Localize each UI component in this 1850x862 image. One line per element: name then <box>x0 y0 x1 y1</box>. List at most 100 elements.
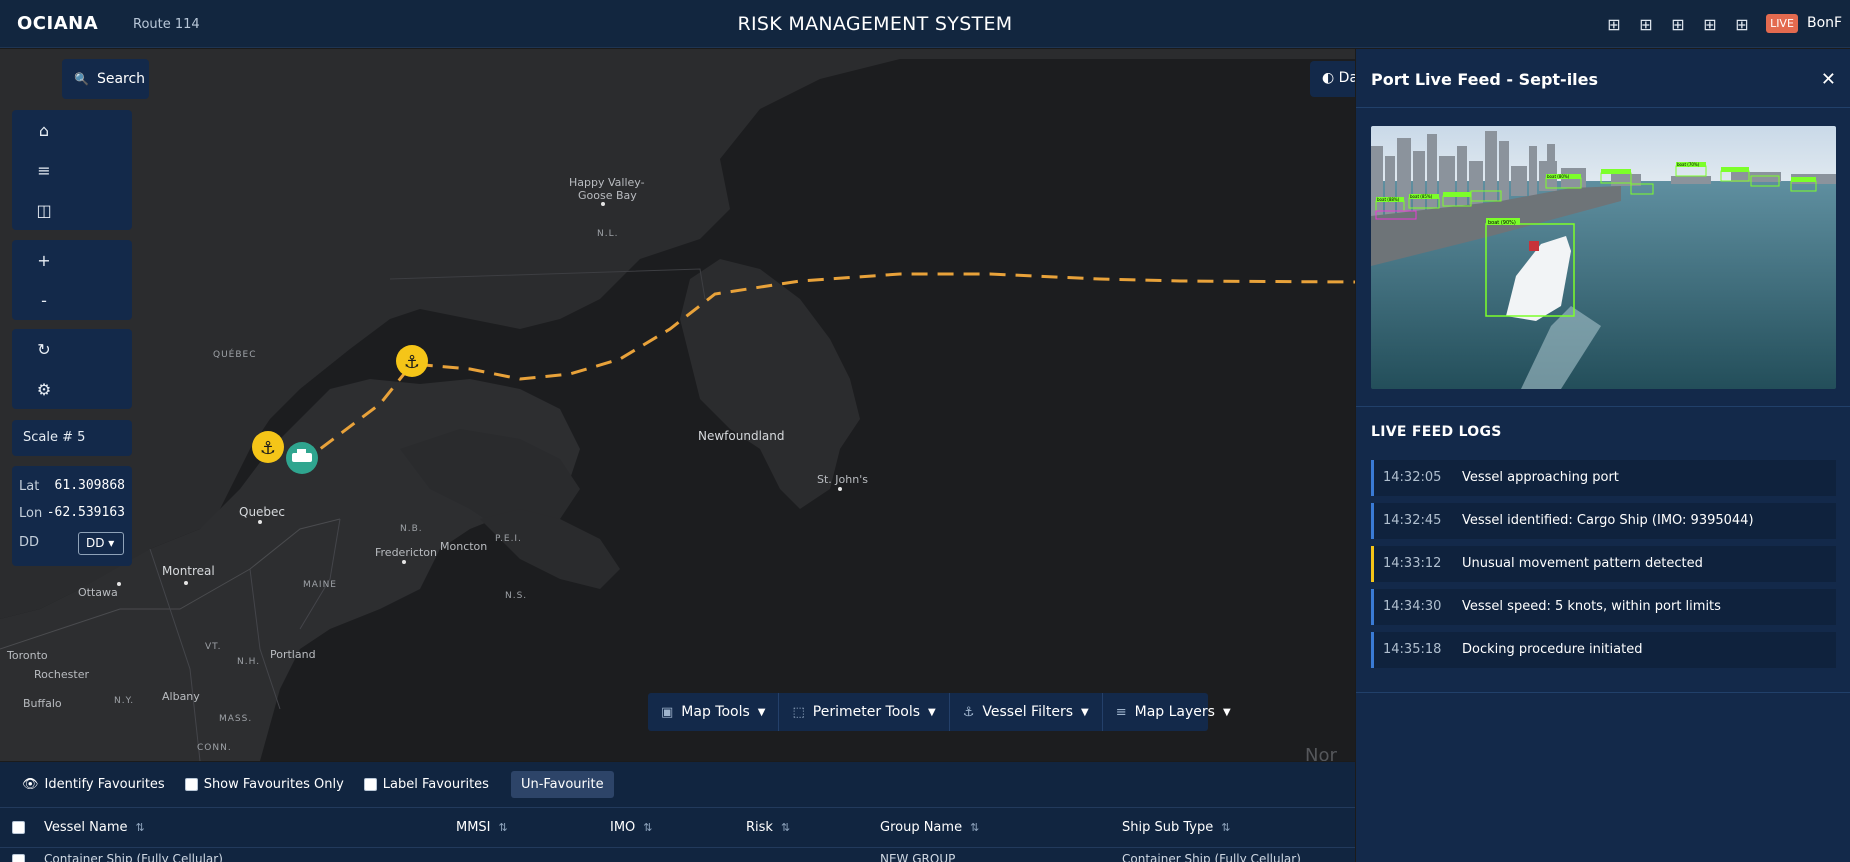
scale-display: Scale # 5 <box>12 420 132 456</box>
map-label: Newfoundland <box>698 429 785 443</box>
select-all-checkbox[interactable] <box>12 821 25 834</box>
cell-ship-sub-type: Container Ship (Fully Cellular) <box>1122 852 1301 862</box>
sort-icon: ⇅ <box>1221 821 1231 834</box>
city-dot <box>258 520 262 524</box>
identify-favourites-toggle[interactable]: 👁 Identify Favourites <box>22 777 165 792</box>
zoom-out-button[interactable]: - <box>24 280 64 320</box>
grid-icon[interactable]: ⊞ <box>1733 15 1751 34</box>
log-message: Docking procedure initiated <box>1462 642 1643 657</box>
show-favourites-only-checkbox[interactable]: Show Favourites Only <box>184 777 344 792</box>
utility-panel: ↻ ⚙ <box>12 329 132 409</box>
grid-icon[interactable]: ⊞ <box>1701 15 1719 34</box>
label-favourites-label: Label Favourites <box>382 777 489 792</box>
port-live-feed-panel: Port Live Feed - Sept-iles ✕ boat (90%) … <box>1356 49 1850 862</box>
eye-icon: 👁 <box>22 777 39 792</box>
vessel-filters-dropdown[interactable]: ⚓ Vessel Filters ▼ <box>950 693 1103 731</box>
log-entry: 14:34:30 Vessel speed: 5 knots, within p… <box>1371 589 1836 625</box>
map-label: N.L. <box>597 229 619 239</box>
lat-label: Lat <box>19 479 40 494</box>
table-row[interactable]: Container Ship (Fully Cellular) NEW GROU… <box>0 847 1355 862</box>
perimeter-tools-dropdown[interactable]: ⬚ Perimeter Tools ▼ <box>779 693 950 731</box>
checkbox[interactable] <box>184 778 198 791</box>
column-header-risk[interactable]: Risk ⇅ <box>746 820 790 835</box>
detection-label: boat (85%) <box>1410 194 1433 199</box>
column-header-imo[interactable]: IMO ⇅ <box>610 820 653 835</box>
log-message: Vessel speed: 5 knots, within port limit… <box>1462 599 1721 614</box>
show-favourites-only-label: Show Favourites Only <box>203 777 344 792</box>
dark-mode-toggle[interactable]: ◐ Da <box>1310 61 1355 97</box>
column-header-ship-sub-type[interactable]: Ship Sub Type ⇅ <box>1122 820 1230 835</box>
contrast-icon: ◐ <box>1322 70 1335 86</box>
unfavourite-button[interactable]: Un-Favourite <box>510 771 614 798</box>
zoom-panel: + - <box>12 240 132 320</box>
map-label: St. John's <box>817 473 868 486</box>
refresh-icon: ↻ <box>37 339 51 359</box>
map-icon: ◫ <box>36 200 52 220</box>
list-button[interactable]: ≡ <box>24 150 64 190</box>
close-button[interactable]: ✕ <box>1821 69 1836 90</box>
grid-icon[interactable]: ⊞ <box>1669 15 1687 34</box>
zoom-in-button[interactable]: + <box>24 240 64 280</box>
row-checkbox[interactable] <box>12 854 25 862</box>
map-label: Buffalo <box>23 697 62 710</box>
coordinate-format-select[interactable]: DD ▾ <box>78 532 124 555</box>
log-entry: 14:32:05 Vessel approaching port <box>1371 460 1836 496</box>
map-label: Quebec <box>239 505 286 519</box>
map-label: QUÉBEC <box>213 350 257 360</box>
lat-value: 61.309868 <box>54 478 125 493</box>
dark-mode-label: Da <box>1338 70 1355 86</box>
settings-button[interactable]: ⚙ <box>24 369 64 409</box>
column-header-vessel-name[interactable]: Vessel Name ⇅ <box>44 820 145 835</box>
zoom-in-icon: + <box>37 250 51 270</box>
map-canvas[interactable]: ⚓ ⚓ Happy Valley- Goose Bay N.L. QUÉBEC … <box>0 49 1355 761</box>
grid-icon[interactable]: ⊞ <box>1637 15 1655 34</box>
map-label: N.B. <box>400 524 423 534</box>
column-label: IMO <box>610 820 636 835</box>
map-label: Rochester <box>34 668 89 681</box>
search-button[interactable]: 🔍 Search <box>62 59 149 99</box>
home-icon: ⌂ <box>38 120 50 140</box>
map-label: VT. <box>205 642 222 652</box>
feed-frame: boat (90%) boat (88%) boat (85%) boat (8… <box>1371 126 1836 389</box>
detection-label: boat (88%) <box>1377 197 1400 202</box>
map-label: Goose Bay <box>578 189 637 202</box>
map-layers-label: Map Layers <box>1134 704 1215 720</box>
caret-down-icon: ▼ <box>1081 706 1089 718</box>
format-label: DD <box>19 535 40 550</box>
live-feed-video[interactable]: boat (90%) boat (88%) boat (85%) boat (8… <box>1371 126 1836 389</box>
divider <box>1356 692 1850 693</box>
map-tools-dropdown[interactable]: ▣ Map Tools ▼ <box>648 693 780 731</box>
map-tools-label: Map Tools <box>681 704 750 720</box>
user-name[interactable]: BonF <box>1807 15 1842 31</box>
log-message: Vessel identified: Cargo Ship (IMO: 9395… <box>1462 513 1754 528</box>
log-time: 14:34:30 <box>1383 599 1442 614</box>
map-label: N.Y. <box>114 696 135 706</box>
label-favourites-checkbox[interactable]: Label Favourites <box>363 777 489 792</box>
logs-title: LIVE FEED LOGS <box>1371 424 1502 440</box>
vessel-table-panel: 👁 Identify Favourites Show Favourites On… <box>0 762 1355 862</box>
map-label: Portland <box>270 648 316 661</box>
vessel-filters-label: Vessel Filters <box>982 704 1074 720</box>
column-header-group-name[interactable]: Group Name ⇅ <box>880 820 979 835</box>
map-label: MAINE <box>303 580 337 590</box>
city-dot <box>184 581 188 585</box>
layers-icon: ≡ <box>1115 704 1127 720</box>
map-layers-dropdown[interactable]: ≡ Map Layers ▼ <box>1103 693 1244 731</box>
live-badge[interactable]: LIVE <box>1766 14 1798 33</box>
caret-down-icon: ▼ <box>757 706 766 718</box>
column-label: Group Name <box>880 820 963 835</box>
refresh-button[interactable]: ↻ <box>24 329 64 369</box>
home-button[interactable]: ⌂ <box>24 110 64 150</box>
svg-text:⚓: ⚓ <box>404 352 420 373</box>
log-time: 14:32:45 <box>1383 513 1442 528</box>
identify-favourites-label: Identify Favourites <box>44 777 165 792</box>
perimeter-tools-label: Perimeter Tools <box>812 704 921 720</box>
grid-icon[interactable]: ⊞ <box>1605 15 1623 34</box>
settings-icon: ⚙ <box>36 379 52 399</box>
map-view-button[interactable]: ◫ <box>24 190 64 230</box>
checkbox[interactable] <box>363 778 377 791</box>
close-icon: ✕ <box>1820 69 1836 90</box>
column-header-mmsi[interactable]: MMSI ⇅ <box>456 820 508 835</box>
detection-label: boat (90%) <box>1488 220 1516 226</box>
map-label: Albany <box>162 690 200 703</box>
